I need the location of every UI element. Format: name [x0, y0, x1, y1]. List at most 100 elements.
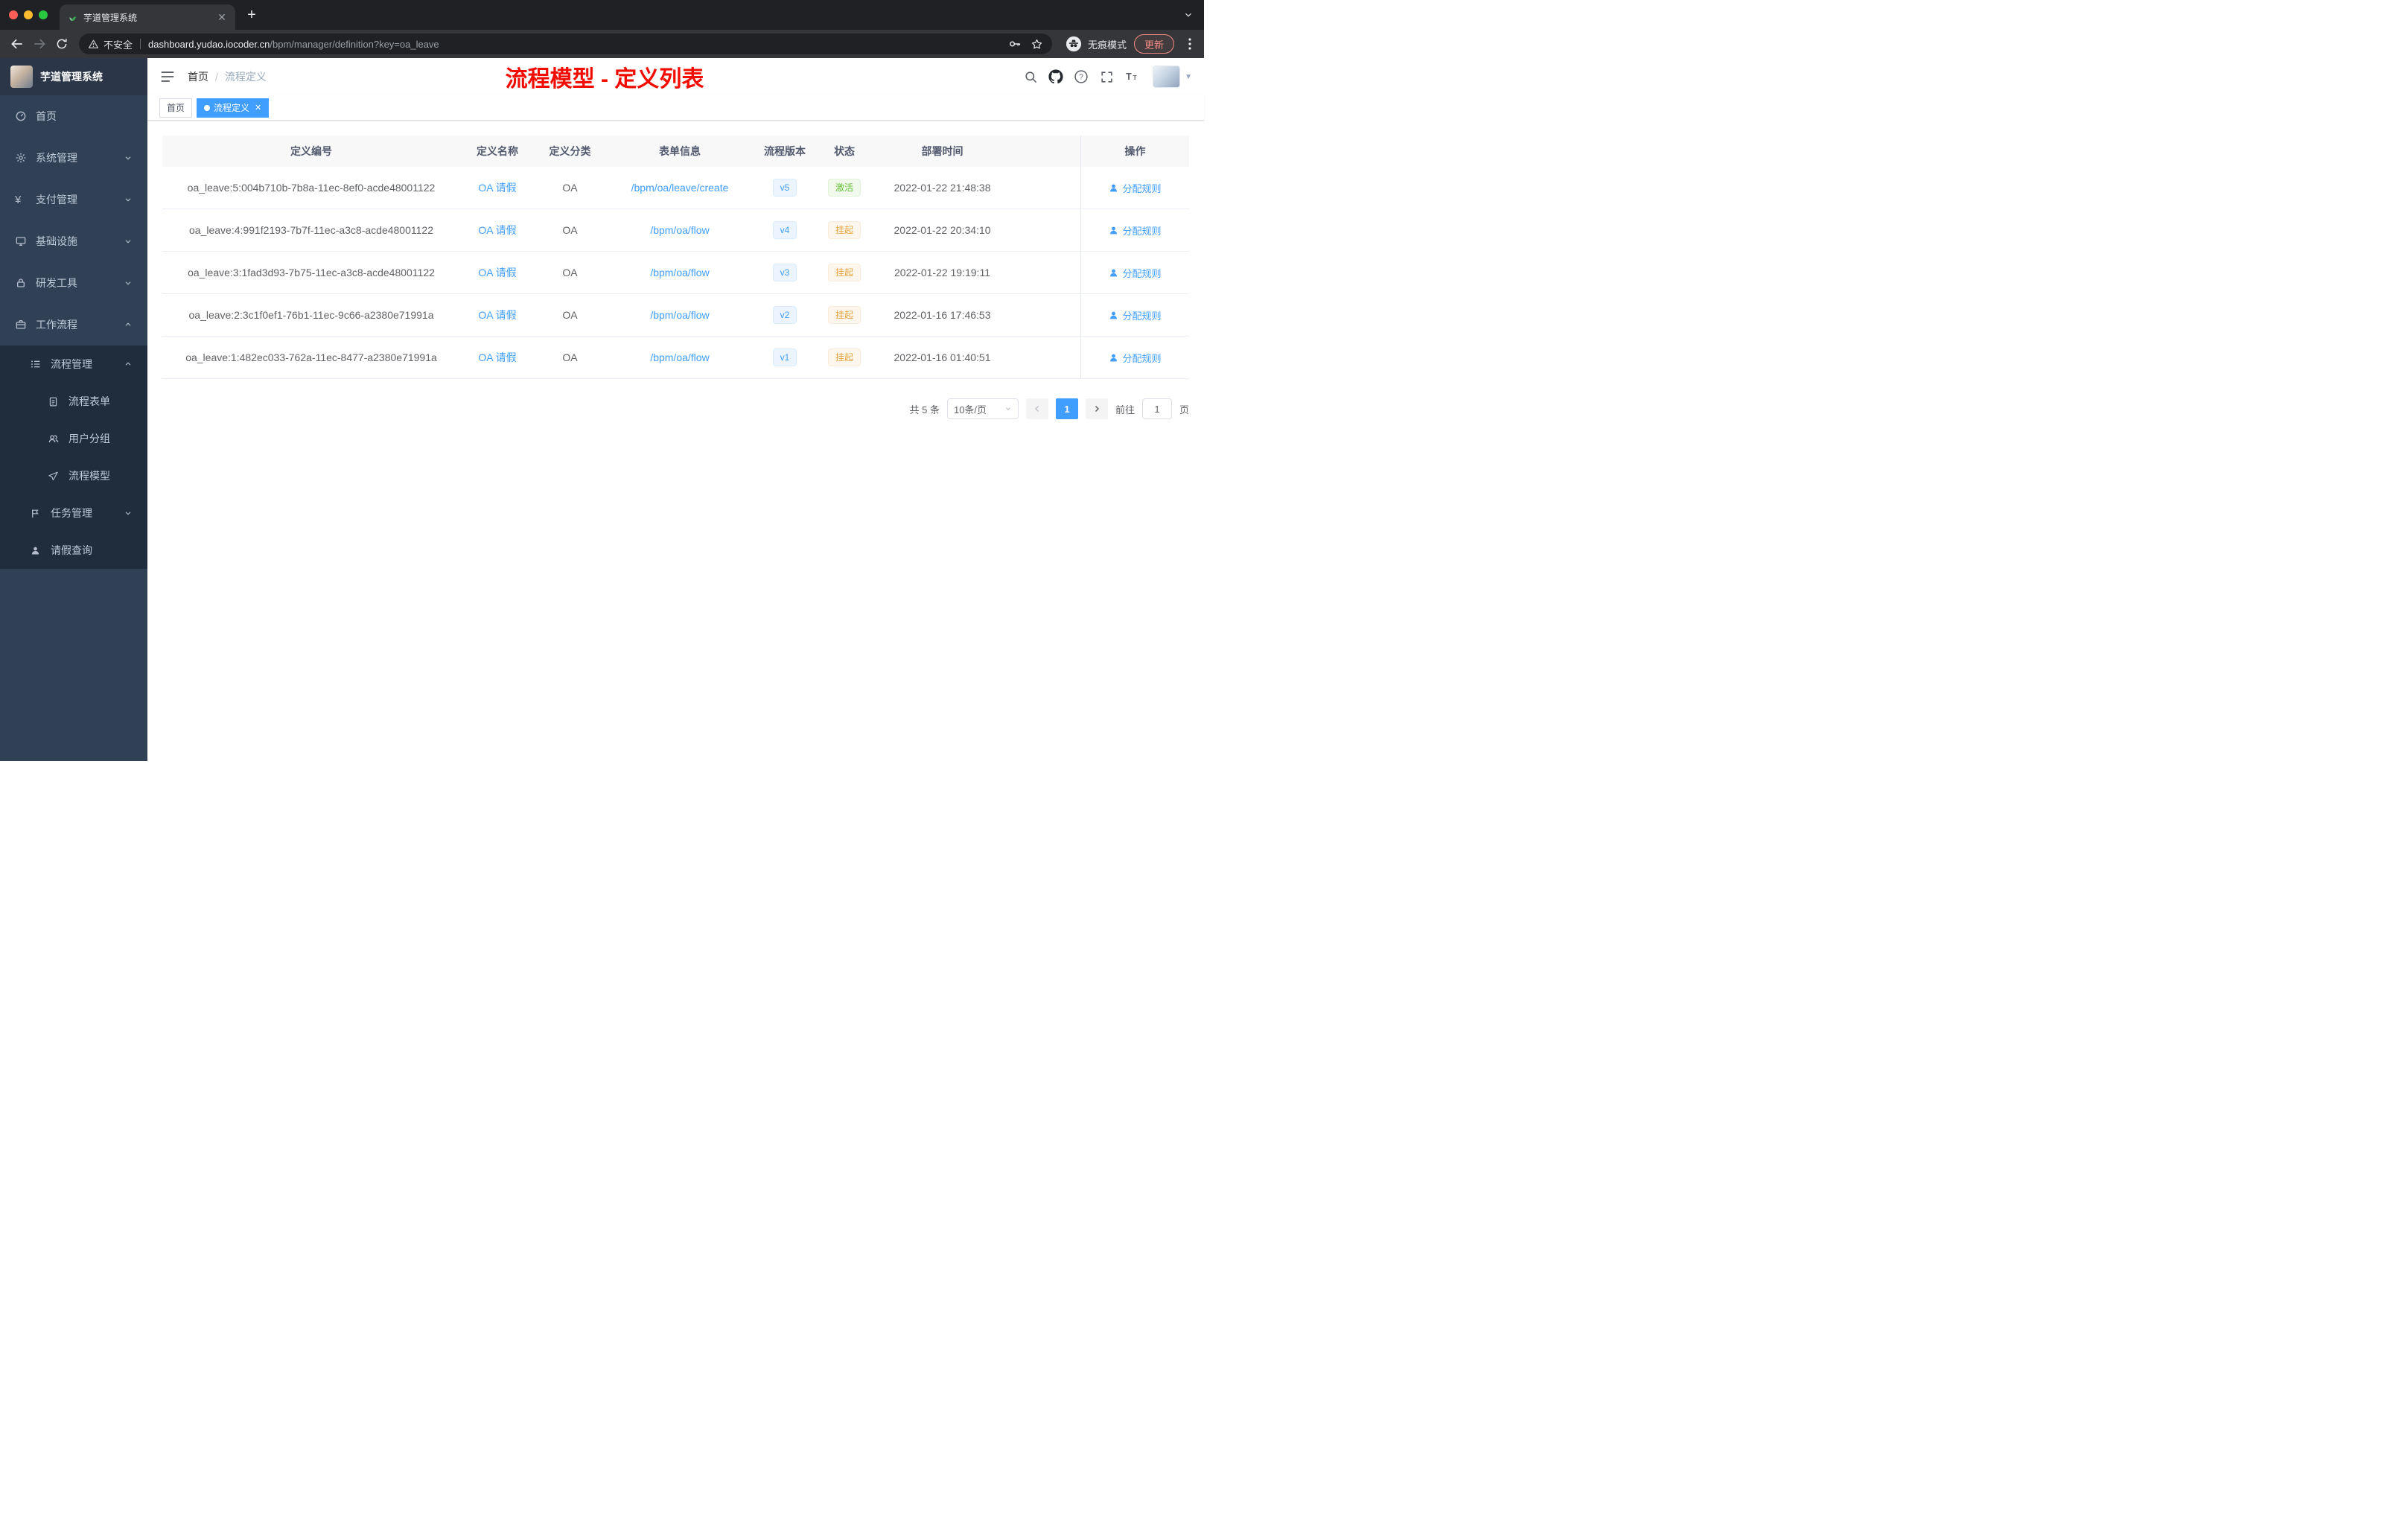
column-spacer	[1011, 136, 1080, 167]
definition-name-link[interactable]: OA 请假	[478, 180, 516, 195]
avatar-caret-down-icon: ▼	[1185, 72, 1192, 81]
window-minimize-button[interactable]	[24, 10, 33, 19]
definition-name-link[interactable]: OA 请假	[478, 308, 516, 322]
form-info-link[interactable]: /bpm/oa/flow	[650, 351, 709, 363]
app-navbar: 首页 / 流程定义 流程模型 - 定义列表 ? T T ▼	[147, 58, 1204, 95]
person-icon	[1110, 269, 1118, 276]
version-badge: v2	[772, 306, 797, 324]
browser-menu-kebab-icon[interactable]	[1182, 38, 1198, 50]
tab-title: 芋道管理系统	[83, 12, 138, 23]
incognito-spy-icon	[1066, 36, 1082, 52]
sidebar-item-payment[interactable]: ¥ 支付管理	[0, 179, 147, 220]
prev-page-button[interactable]	[1025, 398, 1048, 419]
definition-category: OA	[562, 182, 578, 194]
new-tab-button[interactable]: +	[241, 4, 262, 25]
table-row: oa_leave:1:482ec033-762a-11ec-8477-a2380…	[162, 337, 1189, 379]
next-page-button[interactable]	[1085, 398, 1108, 419]
chevron-down-icon	[125, 240, 131, 243]
incognito-label: 无痕模式	[1087, 39, 1127, 51]
pagination: 共 5 条 10条/页 1 前往 1 页	[162, 398, 1189, 419]
sidebar: 芋道管理系统 首页 系统管理 ¥ 支付管理 基础设施 研发工具 工作流程 流程管…	[0, 58, 147, 761]
bookmark-star-icon[interactable]	[1031, 38, 1043, 51]
table-header-row: 定义编号 定义名称 定义分类 表单信息 流程版本 状态 部署时间 操作	[162, 136, 1189, 167]
row-spacer	[1011, 167, 1080, 208]
sidebar-item-leave-query[interactable]: 请假查询	[0, 532, 147, 569]
tag-process-definition[interactable]: 流程定义 ✕	[197, 98, 270, 118]
status-badge: 激活	[827, 179, 861, 197]
tag-close-icon[interactable]: ✕	[255, 103, 261, 112]
back-icon[interactable]	[6, 33, 28, 55]
font-size-icon[interactable]: TT	[1123, 68, 1141, 86]
column-header: 定义编号	[290, 145, 332, 157]
sidebar-item-process-form[interactable]: 流程表单	[0, 383, 147, 420]
user-avatar-menu[interactable]: ▼	[1153, 66, 1192, 88]
sidebar-item-user-group[interactable]: 用户分组	[0, 420, 147, 457]
reload-icon[interactable]	[51, 33, 73, 55]
chrome-update-button[interactable]: 更新	[1133, 34, 1174, 54]
table-row: oa_leave:5:004b710b-7b8a-11ec-8ef0-acde4…	[162, 167, 1189, 209]
chevron-down-icon	[125, 512, 131, 515]
breadcrumb-home[interactable]: 首页	[188, 69, 208, 84]
search-icon[interactable]	[1022, 68, 1039, 86]
assign-rule-link[interactable]: 分配规则	[1109, 266, 1162, 280]
window-close-button[interactable]	[9, 10, 18, 19]
goto-page-input[interactable]	[1141, 398, 1172, 419]
forward-icon[interactable]	[28, 33, 51, 55]
version-badge: v5	[772, 179, 797, 197]
form-info-link[interactable]: /bpm/oa/flow	[650, 309, 709, 321]
deploy-time: 2022-01-16 17:46:53	[894, 309, 991, 321]
page-content: 定义编号 定义名称 定义分类 表单信息 流程版本 状态 部署时间 操作 oa_l…	[147, 121, 1204, 761]
assign-rule-link[interactable]: 分配规则	[1109, 181, 1162, 195]
sidebar-item-infrastructure[interactable]: 基础设施	[0, 220, 147, 262]
browser-window: 芋道管理系统 ✕ + 不安全 dashboard.yudao.iocoder.c…	[0, 0, 1204, 761]
page-size-select[interactable]: 10条/页	[946, 398, 1019, 419]
chevron-down-icon	[125, 281, 131, 285]
tag-home[interactable]: 首页	[159, 98, 193, 118]
address-bar[interactable]: 不安全 dashboard.yudao.iocoder.cn/bpm/manag…	[79, 34, 1052, 54]
help-icon[interactable]: ?	[1072, 68, 1090, 86]
definition-name-link[interactable]: OA 请假	[478, 223, 516, 238]
dashboard-icon	[15, 109, 33, 123]
column-header: 流程版本	[764, 145, 806, 157]
password-key-icon[interactable]	[1008, 37, 1022, 51]
github-icon[interactable]	[1047, 68, 1065, 86]
window-zoom-button[interactable]	[39, 10, 48, 19]
tab-close-icon[interactable]: ✕	[216, 11, 228, 24]
row-spacer	[1011, 209, 1080, 251]
select-caret-down-icon	[1004, 405, 1012, 413]
sidebar-item-process-management[interactable]: 流程管理	[0, 346, 147, 383]
form-info-link[interactable]: /bpm/oa/flow	[650, 224, 709, 236]
form-info-link[interactable]: /bpm/oa/flow	[650, 267, 709, 278]
sidebar-item-process-model[interactable]: 流程模型	[0, 457, 147, 494]
column-header: 定义名称	[477, 145, 518, 157]
page-number-button[interactable]: 1	[1055, 398, 1078, 419]
browser-toolbar: 不安全 dashboard.yudao.iocoder.cn/bpm/manag…	[0, 30, 1204, 58]
fullscreen-icon[interactable]	[1098, 68, 1115, 86]
table-row: oa_leave:2:3c1f0ef1-76b1-11ec-9c66-a2380…	[162, 294, 1189, 337]
tab-favicon-icon	[67, 12, 77, 22]
sidebar-item-devtools[interactable]: 研发工具	[0, 262, 147, 304]
assign-rule-link[interactable]: 分配规则	[1109, 223, 1162, 238]
hamburger-icon[interactable]	[159, 69, 176, 85]
sidebar-item-task-management[interactable]: 任务管理	[0, 494, 147, 532]
status-badge: 挂起	[827, 221, 861, 239]
status-badge: 挂起	[827, 306, 861, 324]
not-secure-warning-icon[interactable]	[88, 39, 99, 50]
definition-name-link[interactable]: OA 请假	[478, 350, 516, 365]
sidebar-item-home[interactable]: 首页	[0, 95, 147, 137]
app-logo-avatar	[10, 66, 33, 88]
assign-rule-link[interactable]: 分配规则	[1109, 308, 1162, 322]
app-title: 芋道管理系统	[40, 71, 103, 83]
assign-rule-link[interactable]: 分配规则	[1109, 351, 1162, 365]
definition-id: oa_leave:1:482ec033-762a-11ec-8477-a2380…	[185, 351, 437, 363]
browser-tab[interactable]: 芋道管理系统 ✕	[60, 4, 235, 30]
sidebar-item-workflow[interactable]: 工作流程	[0, 304, 147, 346]
row-spacer	[1011, 252, 1080, 293]
tab-search-chevron-icon[interactable]	[1183, 10, 1194, 20]
form-info-link[interactable]: /bpm/oa/leave/create	[631, 182, 729, 194]
chevron-up-icon	[125, 362, 131, 366]
row-spacer	[1011, 294, 1080, 336]
sidebar-item-system[interactable]: 系统管理	[0, 137, 147, 179]
app-logo[interactable]: 芋道管理系统	[0, 58, 147, 95]
definition-name-link[interactable]: OA 请假	[478, 265, 516, 280]
